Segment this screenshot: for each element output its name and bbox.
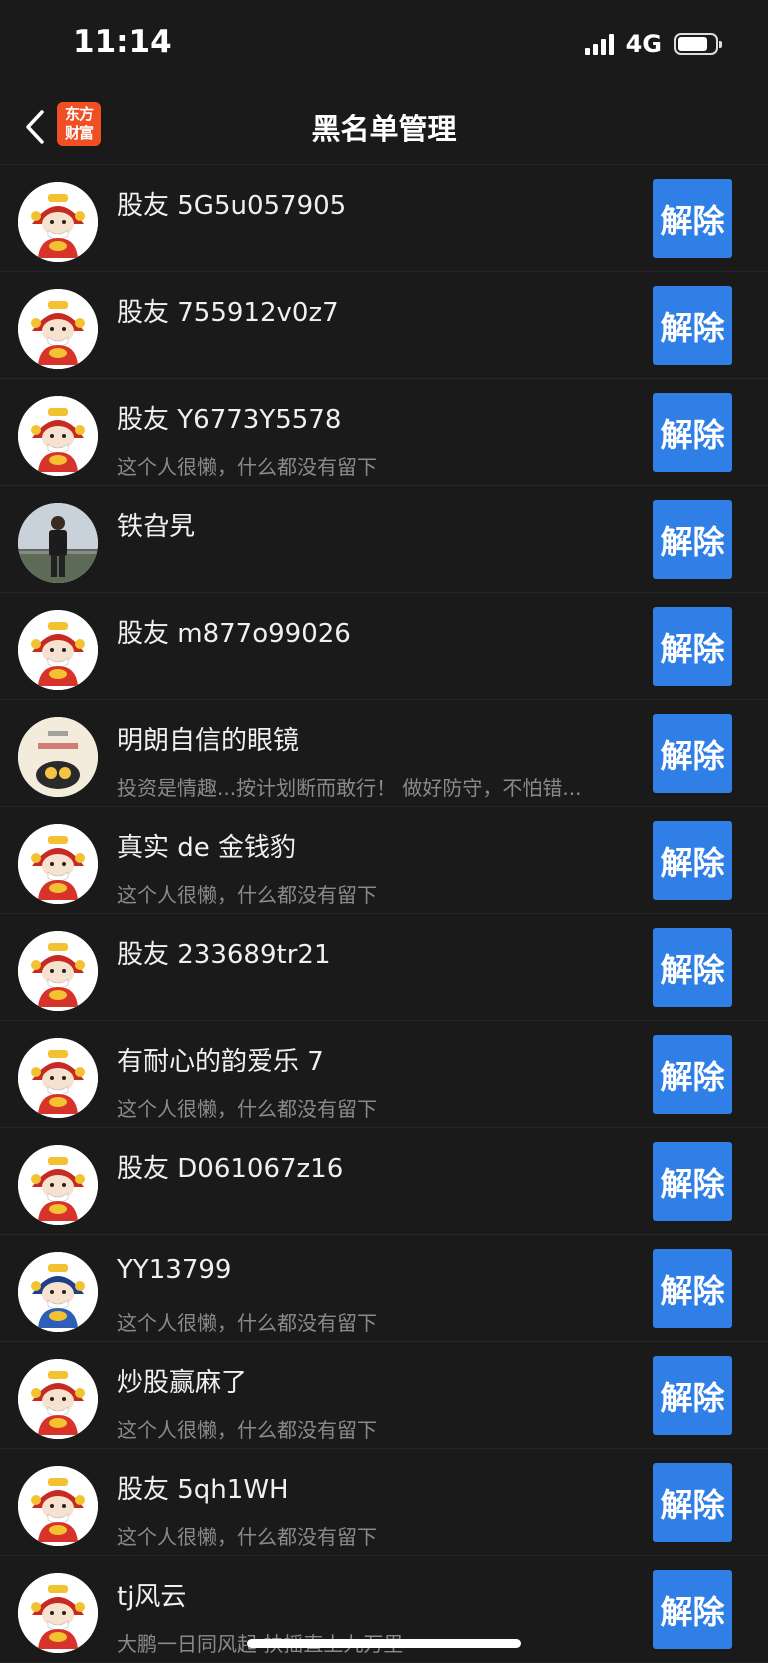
unblock-button[interactable]: 解除 [653,393,732,472]
user-name: 明朗自信的眼镜 [117,726,300,756]
user-row[interactable]: 股友 m877o99026 解除 [0,593,768,700]
avatar[interactable] [18,610,98,690]
avatar[interactable] [18,1359,98,1439]
avatar[interactable] [18,503,98,583]
user-row[interactable]: 有耐心的韵爱乐 7 这个人很懒，什么都没有留下 解除 [0,1021,768,1128]
avatar[interactable] [18,396,98,476]
avatar[interactable] [18,1038,98,1118]
user-row[interactable]: 铁旮旯 解除 [0,486,768,593]
unblock-button[interactable]: 解除 [653,1570,732,1649]
user-name: 铁旮旯 [117,512,196,542]
user-bio: 这个人很懒，什么都没有留下 [117,883,377,907]
cellular-signal-icon [584,33,614,55]
unblock-button[interactable]: 解除 [653,928,732,1007]
user-name: 股友 233689tr21 [117,940,331,970]
avatar[interactable] [18,289,98,369]
user-bio: 这个人很懒，什么都没有留下 [117,1418,377,1442]
unblock-button[interactable]: 解除 [653,1249,732,1328]
unblock-button[interactable]: 解除 [653,1356,732,1435]
user-name: 炒股赢麻了 [117,1368,248,1398]
user-bio: 这个人很懒，什么都没有留下 [117,1097,377,1121]
user-bio: 这个人很懒，什么都没有留下 [117,455,377,479]
page-title: 黑名单管理 [311,112,457,146]
user-row[interactable]: 明朗自信的眼镜投资是情趣...按计划断而敢行！ 做好防守，不怕错... 解除 [0,700,768,807]
user-name: tj风云 [117,1582,187,1612]
user-row[interactable]: 股友 755912v0z7 解除 [0,272,768,379]
user-name: 股友 755912v0z7 [117,298,339,328]
avatar[interactable] [18,1466,98,1546]
user-name: 真实 de 金钱豹 [117,833,297,863]
unblock-button[interactable]: 解除 [653,821,732,900]
user-bio: 投资是情趣...按计划断而敢行！ 做好防守，不怕错... [117,776,582,800]
battery-icon [674,33,722,55]
user-name: 股友 Y6773Y5578 [117,405,342,435]
user-name: 股友 5qh1WH [117,1475,289,1505]
unblock-button[interactable]: 解除 [653,286,732,365]
user-name: 股友 m877o99026 [117,619,351,649]
user-row[interactable]: 股友 233689tr21 解除 [0,914,768,1021]
user-row[interactable]: 股友 Y6773Y5578 这个人很懒，什么都没有留下 解除 [0,379,768,486]
unblock-button[interactable]: 解除 [653,500,732,579]
user-row[interactable]: 炒股赢麻了这个人很懒，什么都没有留下 解除 [0,1342,768,1449]
status-indicators: 4G [584,30,722,58]
avatar[interactable] [18,1573,98,1653]
nav-bar: 东方 财富 黑名单管理 [0,86,768,165]
home-indicator[interactable] [247,1639,521,1648]
avatar[interactable] [18,931,98,1011]
user-row[interactable]: 股友 D061067z16 解除 [0,1128,768,1235]
unblock-button[interactable]: 解除 [653,1142,732,1221]
avatar[interactable] [18,717,98,797]
avatar[interactable] [18,1252,98,1332]
status-time: 11:14 [73,24,172,60]
user-row[interactable]: 股友 5qh1WH 这个人很懒，什么都没有留下 解除 [0,1449,768,1556]
user-name: YY13799 [117,1255,232,1285]
user-name: 有耐心的韵爱乐 7 [117,1047,324,1077]
user-row[interactable]: 真实 de 金钱豹这个人很懒，什么都没有留下 解除 [0,807,768,914]
user-name: 股友 D061067z16 [117,1154,344,1184]
status-bar: 11:14 4G [0,0,768,86]
user-bio: 这个人很懒，什么都没有留下 [117,1311,377,1335]
user-row[interactable]: YY13799 这个人很懒，什么都没有留下 解除 [0,1235,768,1342]
network-type: 4G [625,30,662,58]
avatar[interactable] [18,824,98,904]
unblock-button[interactable]: 解除 [653,179,732,258]
user-bio: 这个人很懒，什么都没有留下 [117,1525,377,1549]
avatar[interactable] [18,1145,98,1225]
user-name: 股友 5G5u057905 [117,191,347,221]
blocked-user-list: 股友 5G5u057905 解除 股友 755912v0z7 解除 股友 Y6773Y5… [0,165,768,1663]
user-row[interactable]: 股友 5G5u057905 解除 [0,165,768,272]
unblock-button[interactable]: 解除 [653,1463,732,1542]
unblock-button[interactable]: 解除 [653,714,732,793]
unblock-button[interactable]: 解除 [653,1035,732,1114]
avatar[interactable] [18,182,98,262]
unblock-button[interactable]: 解除 [653,607,732,686]
